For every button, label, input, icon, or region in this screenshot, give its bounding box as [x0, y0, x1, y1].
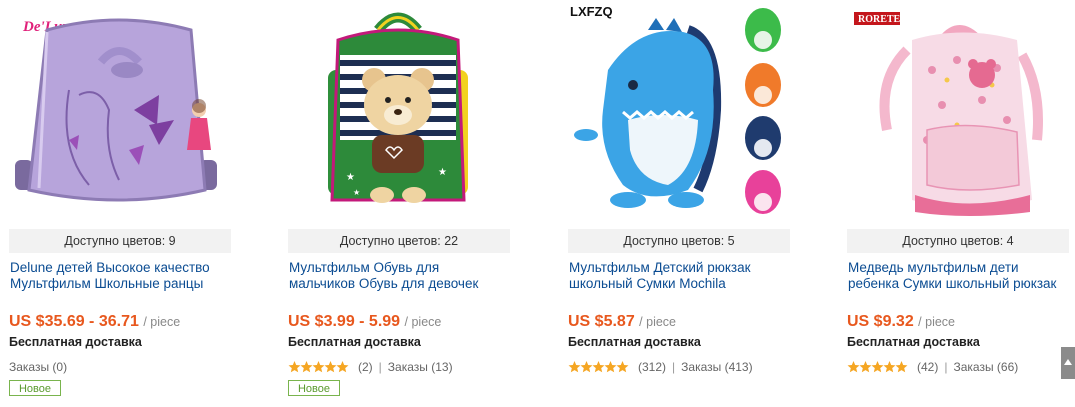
price-unit: / piece — [918, 315, 956, 329]
scroll-to-top-button[interactable] — [1061, 347, 1075, 379]
product-title-link[interactable]: Мультфильм Обувь для мальчиков Обувь для… — [289, 260, 511, 292]
rating-and-orders: (312) | Заказы (413) — [568, 360, 753, 376]
rating-count[interactable]: (2) — [358, 360, 373, 374]
rating-count[interactable]: (42) — [917, 360, 938, 374]
product-image[interactable]: LXFZQ — [568, 0, 790, 225]
product-card[interactable]: LXFZQ Доступно цветов: 5 Мультфильм Детс… — [568, 0, 790, 407]
price-value: US $3.99 - 5.99 — [288, 313, 401, 330]
rating-and-orders: (2) | Заказы (13) — [288, 360, 453, 376]
orders-link[interactable]: Заказы (413) — [681, 360, 752, 374]
product-image[interactable]: ★ ★ ★ — [288, 0, 510, 225]
price-unit: / piece — [143, 315, 181, 329]
meta-separator: | — [378, 360, 382, 374]
product-image[interactable]: RORETE — [847, 0, 1069, 225]
meta-separator: | — [944, 360, 948, 374]
svg-text:★: ★ — [438, 167, 447, 178]
free-shipping: Бесплатная доставка — [847, 335, 980, 349]
title-line: мальчиков Обувь для девочек — [289, 276, 479, 291]
title-line: Мультфильм Обувь для — [289, 260, 440, 275]
orders-link[interactable]: Заказы (13) — [388, 360, 453, 374]
product-grid: De'Lune Доступно цветов: 9 Delune детей … — [0, 0, 1075, 407]
svg-text:★: ★ — [346, 172, 355, 183]
product-price: US $5.87 / piece — [568, 313, 676, 331]
product-title-link[interactable]: Мультфильм Детский рюкзак школьный Сумки… — [569, 260, 791, 292]
svg-text:★: ★ — [353, 188, 360, 197]
brand-logo: RORETE — [858, 14, 901, 25]
star-icon — [336, 361, 349, 373]
available-colors: Доступно цветов: 22 — [288, 229, 510, 253]
available-colors: Доступно цветов: 4 — [847, 229, 1069, 253]
price-unit: / piece — [639, 315, 677, 329]
available-colors: Доступно цветов: 5 — [568, 229, 790, 253]
title-line: Мультфильм Детский рюкзак — [569, 260, 751, 275]
star-icon — [616, 361, 629, 373]
free-shipping: Бесплатная доставка — [568, 335, 701, 349]
orders-link[interactable]: Заказы (0) — [9, 360, 67, 374]
title-line: Медведь мультфильм дети — [848, 260, 1019, 275]
product-card[interactable]: De'Lune Доступно цветов: 9 Delune детей … — [9, 0, 231, 407]
product-image[interactable]: De'Lune — [9, 0, 231, 225]
price-value: US $9.32 — [847, 313, 914, 330]
product-price: US $35.69 - 36.71 / piece — [9, 313, 180, 331]
price-unit: / piece — [404, 315, 442, 329]
product-card[interactable]: ★ ★ ★ Доступно цветов: 22 Мультфильм Обу… — [288, 0, 510, 407]
rating-count[interactable]: (312) — [638, 360, 666, 374]
brand-logo: LXFZQ — [570, 4, 613, 19]
price-value: US $35.69 - 36.71 — [9, 313, 139, 330]
product-price: US $9.32 / piece — [847, 313, 955, 331]
rating-stars[interactable] — [568, 361, 629, 376]
new-badge: Новое — [9, 380, 61, 396]
arrow-up-icon — [1064, 359, 1072, 365]
title-line: Delune детей Высокое качество — [10, 260, 210, 275]
orders-link[interactable]: Заказы (66) — [953, 360, 1018, 374]
new-badge: Новое — [288, 380, 340, 396]
product-price: US $3.99 - 5.99 / piece — [288, 313, 441, 331]
title-line: ребенка Сумки школьный рюкзак — [848, 276, 1057, 291]
free-shipping: Бесплатная доставка — [9, 335, 142, 349]
price-value: US $5.87 — [568, 313, 635, 330]
rating-stars[interactable] — [847, 361, 908, 376]
product-card[interactable]: RORETE Доступно цветов: 4 Медведь мультф… — [847, 0, 1069, 407]
meta-separator: | — [672, 360, 676, 374]
product-title-link[interactable]: Delune детей Высокое качество Мультфильм… — [10, 260, 232, 292]
title-line: школьный Сумки Mochila — [569, 276, 726, 291]
product-title-link[interactable]: Медведь мультфильм дети ребенка Сумки шк… — [848, 260, 1070, 292]
rating-stars[interactable] — [288, 361, 349, 376]
title-line: Мультфильм Школьные ранцы — [10, 276, 204, 291]
rating-and-orders: (42) | Заказы (66) — [847, 360, 1018, 376]
orders-count: Заказы (0) — [9, 360, 67, 374]
available-colors: Доступно цветов: 9 — [9, 229, 231, 253]
star-icon — [895, 361, 908, 373]
free-shipping: Бесплатная доставка — [288, 335, 421, 349]
